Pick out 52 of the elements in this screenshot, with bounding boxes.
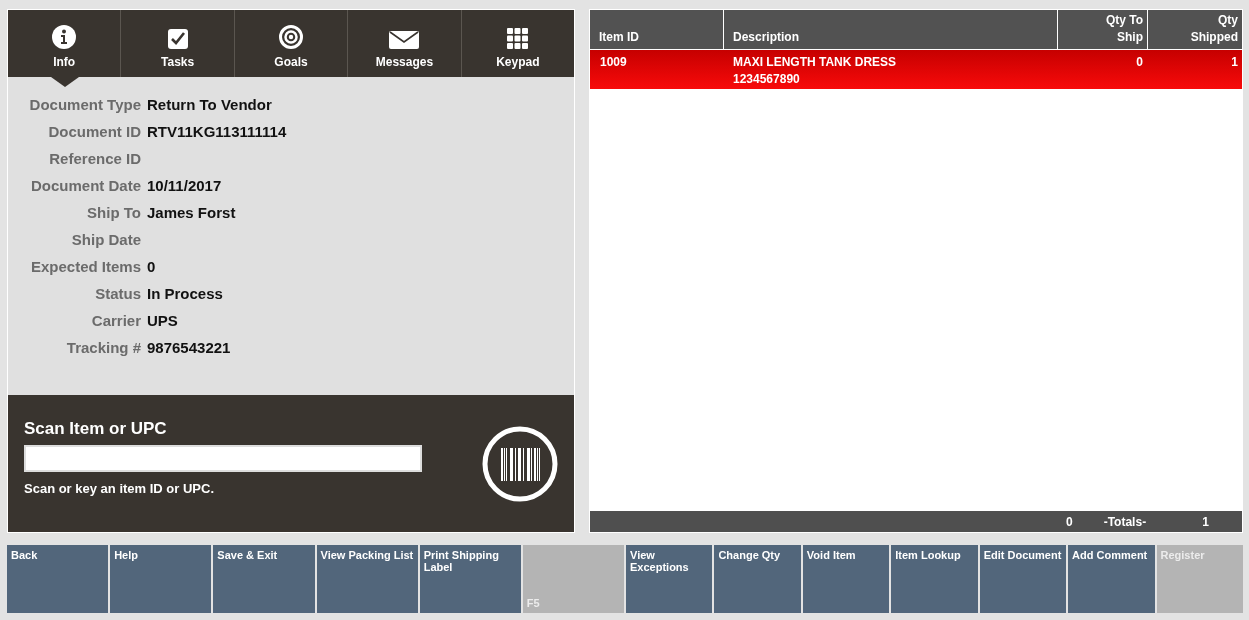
field-label: Carrier xyxy=(90,312,141,329)
function-button[interactable]: Back xyxy=(7,545,109,613)
info-icon xyxy=(52,25,77,49)
function-button[interactable]: Change Qty xyxy=(714,545,801,613)
keypad-icon xyxy=(507,28,529,49)
tab-pointer xyxy=(50,77,79,87)
field-label: Tracking # xyxy=(65,339,141,356)
field-value: 10/11/2017 xyxy=(147,177,222,194)
field-value: Return To Vendor xyxy=(147,96,272,113)
table-cell: 0 xyxy=(1136,55,1143,69)
field-label: Ship Date xyxy=(70,231,141,248)
function-button[interactable]: Void Item xyxy=(802,545,890,613)
field-label: Document Type xyxy=(28,96,141,113)
field-label: Document ID xyxy=(47,123,141,140)
field-value: RTV11KG113111114 xyxy=(147,123,287,140)
column-header: Qty Shipped xyxy=(1147,10,1242,49)
function-button[interactable]: Add Comment xyxy=(1068,545,1155,613)
scan-title: Scan Item or UPC xyxy=(24,419,168,439)
column-header: Qty To Ship xyxy=(1057,10,1147,49)
table-cell: 1 xyxy=(1231,55,1238,69)
function-button[interactable]: Print Shipping Label xyxy=(419,545,521,613)
field-value: 9876543221 xyxy=(147,339,231,356)
function-button[interactable]: View Exceptions xyxy=(626,545,713,613)
total-value: 0 xyxy=(1066,514,1073,529)
checkbox-icon xyxy=(167,29,188,49)
envelope-icon xyxy=(389,31,420,49)
field-value: James Forst xyxy=(147,204,236,221)
field-label: Status xyxy=(94,285,141,302)
barcode-scan-icon[interactable] xyxy=(482,425,558,502)
total-value: 1 xyxy=(1202,514,1209,529)
function-button[interactable]: View Packing List xyxy=(316,545,418,613)
table-cell-text: 1009 xyxy=(600,55,628,69)
field-label: Reference ID xyxy=(48,150,141,167)
function-button[interactable]: Edit Document xyxy=(979,545,1067,613)
totals-label: -Totals- xyxy=(1103,514,1147,529)
function-button[interactable]: Item Lookup xyxy=(891,545,978,613)
field-value: In Process xyxy=(147,285,223,302)
field-label: Document Date xyxy=(29,177,141,194)
field-value: 0 xyxy=(147,258,156,275)
target-icon xyxy=(279,25,303,49)
scan-hint: Scan or key an item ID or UPC. xyxy=(24,481,215,496)
table-cell-text: MAXI LENGTH TANK DRESS xyxy=(733,55,898,69)
field-label: Expected Items xyxy=(29,258,141,275)
function-button[interactable]: Save & Exit xyxy=(213,545,315,613)
table-cell-text: 1234567890 xyxy=(733,72,801,86)
table-row[interactable]: 1009 MAXI LENGTH TANK DRESS 1234567890 0 1 xyxy=(590,50,1242,89)
function-button[interactable]: Help xyxy=(110,545,212,613)
column-header: Item ID xyxy=(598,29,640,46)
field-value: UPS xyxy=(147,312,178,329)
field-label: Ship To xyxy=(86,204,141,221)
scan-field[interactable] xyxy=(24,445,422,472)
column-header: Description xyxy=(723,10,1057,49)
